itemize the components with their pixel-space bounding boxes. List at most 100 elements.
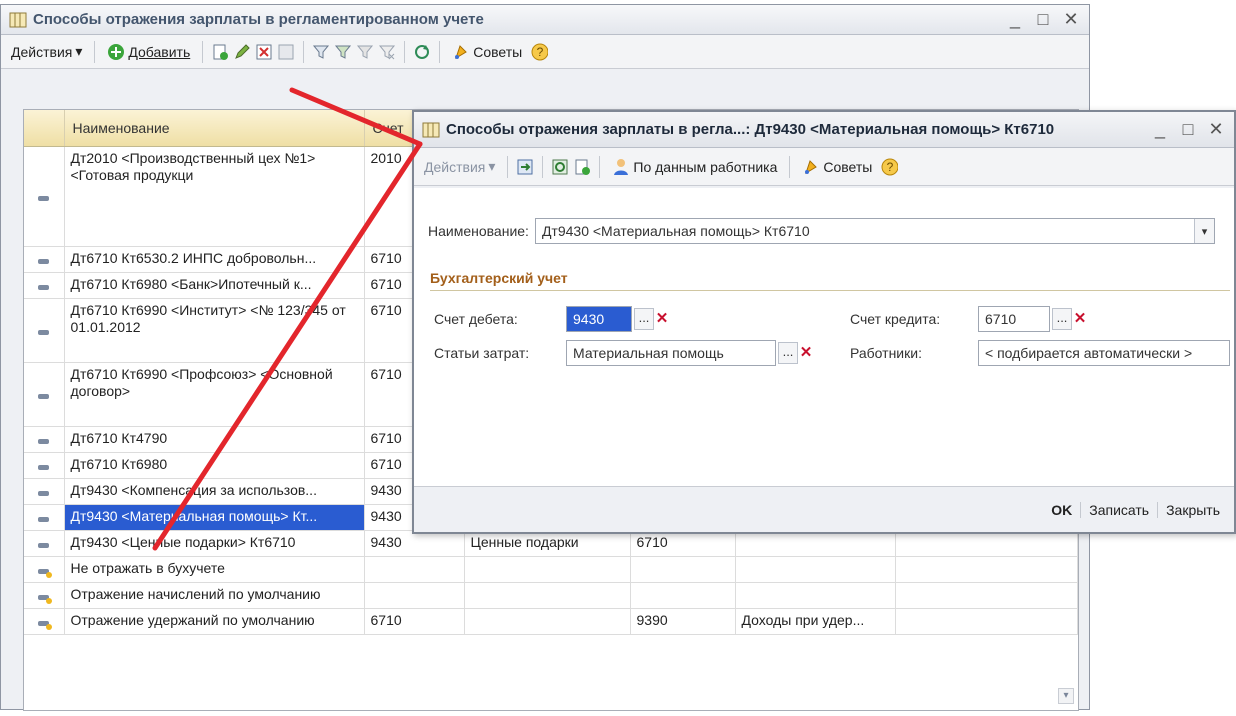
filter-history-icon[interactable]: [356, 43, 374, 61]
name-label: Наименование:: [428, 223, 529, 239]
row-name-cell: Дт6710 Кт6980: [64, 452, 365, 479]
dialog-actions-menu[interactable]: Действия ▾: [420, 156, 499, 177]
cost-clear-icon[interactable]: ✕: [798, 342, 814, 364]
row-status-icon: [38, 393, 50, 399]
table-row[interactable]: Отражение удержаний по умолчанию 6710 9390…: [24, 608, 1078, 635]
row-icon-cell: [24, 530, 65, 557]
actions-menu[interactable]: Действия ▾: [7, 41, 86, 62]
reread-icon[interactable]: [551, 158, 569, 176]
row-status-icon: [38, 568, 53, 578]
actions-label: Действия: [11, 43, 73, 60]
row-extra-cell: [895, 556, 1078, 583]
employees-row: Работники: < подбирается автоматически >: [850, 340, 1230, 366]
col-header-name[interactable]: Наименование: [64, 110, 365, 147]
help-icon[interactable]: ?: [530, 43, 549, 61]
edit-icon[interactable]: [233, 43, 251, 61]
row-name-cell: Дт6710 Кт6990 <Профсоюз> <Основной догов…: [64, 362, 365, 427]
debit-row: Счет дебета: 9430 ... ✕: [434, 306, 670, 332]
name-dropdown-button[interactable]: ▾: [1193, 219, 1214, 243]
copy-icon[interactable]: [211, 43, 229, 61]
row-employee-cell: [735, 582, 896, 609]
debit-value: 9430: [573, 311, 605, 327]
add-button[interactable]: Добавить: [103, 41, 194, 63]
debit-input[interactable]: 9430: [566, 306, 632, 332]
post-icon[interactable]: [277, 43, 295, 61]
close-icon[interactable]: ✕: [1063, 9, 1079, 30]
main-window-title: Способы отражения зарплаты в регламентир…: [33, 11, 484, 28]
dialog-tips-button[interactable]: Советы: [798, 156, 876, 178]
minimize-icon[interactable]: _: [1007, 9, 1023, 30]
name-input[interactable]: Дт9430 <Материальная помощь> Кт6710 ▾: [534, 218, 1215, 244]
by-employee-button[interactable]: По данным работника: [608, 156, 781, 178]
save-button[interactable]: Записать: [1080, 501, 1157, 518]
dialog-title: Способы отражения зарплаты в регла...: Д…: [446, 121, 1055, 138]
table-row[interactable]: Не отражать в бухучете: [24, 556, 1078, 583]
employees-input[interactable]: < подбирается автоматически >: [978, 340, 1230, 366]
person-icon: [612, 158, 630, 176]
name-value: Дт9430 <Материальная помощь> Кт6710: [541, 223, 810, 239]
toolbar-separator: [439, 40, 441, 63]
tips-icon: [802, 158, 820, 176]
row-icon-cell: [24, 504, 65, 531]
filter-by-value-icon[interactable]: [334, 43, 352, 61]
credit-clear-icon[interactable]: ✕: [1072, 308, 1088, 330]
row-name-cell: Отражение начислений по умолчанию: [64, 582, 365, 609]
row-credit-cell: [630, 582, 736, 609]
row-name-cell: Дт9430 <Ценные подарки> Кт6710: [64, 530, 365, 557]
row-name-cell: Дт9430 <Материальная помощь> Кт...: [64, 504, 365, 531]
copy-doc-icon[interactable]: [573, 158, 591, 176]
maximize-icon[interactable]: □: [1035, 9, 1051, 30]
filter-icon[interactable]: [312, 43, 330, 61]
save-close-icon[interactable]: [516, 158, 534, 176]
row-icon-cell: [24, 298, 65, 363]
clear-filter-icon[interactable]: [378, 43, 396, 61]
row-cost-cell: [464, 608, 631, 635]
row-icon-cell: [24, 556, 65, 583]
employees-value: < подбирается автоматически >: [985, 345, 1193, 361]
cost-input[interactable]: Материальная помощь: [566, 340, 776, 366]
dialog-titlebar: Способы отражения зарплаты в регла...: Д…: [414, 112, 1234, 148]
toolbar-separator: [599, 155, 601, 178]
credit-select-button[interactable]: ...: [1052, 308, 1072, 330]
dialog-actions-label: Действия: [424, 158, 486, 175]
main-toolbar: Действия ▾ Добавить Советы ?: [1, 35, 1089, 69]
refresh-icon[interactable]: [413, 43, 431, 61]
col-header-icon[interactable]: [24, 110, 65, 147]
row-name-cell: Дт9430 <Компенсация за использов...: [64, 478, 365, 505]
toolbar-separator: [404, 40, 406, 63]
employees-label: Работники:: [850, 345, 922, 361]
row-debit-cell: [364, 556, 465, 583]
table-row[interactable]: Отражение начислений по умолчанию: [24, 582, 1078, 609]
delete-icon[interactable]: [255, 43, 273, 61]
tips-label: Советы: [473, 43, 523, 60]
debit-select-button[interactable]: ...: [634, 308, 654, 330]
row-icon-cell: [24, 146, 65, 247]
credit-input[interactable]: 6710: [978, 306, 1050, 332]
row-icon-cell: [24, 426, 65, 453]
minimize-icon[interactable]: _: [1152, 119, 1168, 140]
close-icon[interactable]: ✕: [1208, 119, 1224, 140]
row-employee-cell: [735, 556, 896, 583]
help-icon[interactable]: ?: [880, 158, 899, 176]
row-extra-cell: [895, 608, 1078, 635]
add-icon: [107, 43, 125, 61]
cost-value: Материальная помощь: [573, 345, 724, 361]
maximize-icon[interactable]: □: [1180, 119, 1196, 140]
ok-button[interactable]: OK: [1043, 502, 1080, 518]
close-button[interactable]: Закрыть: [1157, 501, 1228, 518]
row-status-icon: [38, 438, 50, 444]
credit-row: Счет кредита: 6710 ... ✕: [850, 306, 1088, 332]
row-status-icon: [38, 464, 50, 470]
toolbar-separator: [202, 40, 204, 63]
row-name-cell: Не отражать в бухучете: [64, 556, 365, 583]
add-label: Добавить: [128, 43, 191, 60]
cost-select-button[interactable]: ...: [778, 342, 798, 364]
row-icon-cell: [24, 582, 65, 609]
tips-button[interactable]: Советы: [448, 41, 526, 63]
scroll-down-button[interactable]: ▾: [1058, 688, 1074, 704]
svg-text:?: ?: [887, 160, 894, 174]
row-status-icon: [38, 620, 53, 630]
dialog-toolbar: Действия ▾ По данным работника Советы ?: [414, 148, 1234, 186]
debit-clear-icon[interactable]: ✕: [654, 308, 670, 330]
row-icon-cell: [24, 246, 65, 273]
